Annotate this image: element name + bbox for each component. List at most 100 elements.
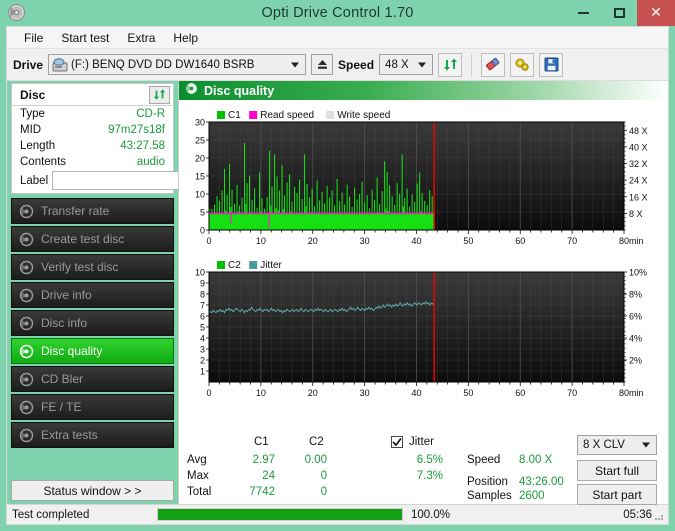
jitter-checkbox[interactable] — [391, 436, 403, 448]
c2-jitter-chart[interactable]: 1 2 3 4 5 6 7 8 9 10 2% 4% 6% 8% 10% 0 10 20 30 40 50 60 70 80 m… — [179, 250, 675, 407]
minimize-button[interactable] — [565, 0, 601, 26]
start-part-button[interactable]: Start part — [577, 484, 657, 505]
disc-value-type: CD-R — [136, 108, 165, 120]
sidebar-item-verify-test-disc[interactable]: Verify test disc — [11, 254, 174, 280]
svg-text:8 X: 8 X — [629, 209, 643, 219]
sidebar-item-cd-bler[interactable]: CD Bler — [11, 366, 174, 392]
maximize-button[interactable] — [601, 0, 637, 26]
svg-text:0: 0 — [206, 236, 211, 246]
disc-panel-header: Disc — [12, 84, 173, 106]
svg-text:2: 2 — [200, 356, 205, 366]
samples-key: Samples — [467, 490, 512, 502]
svg-text:10: 10 — [256, 388, 266, 398]
svg-text:C2: C2 — [228, 260, 241, 271]
svg-text:10%: 10% — [629, 268, 647, 278]
test-speed-value: 8 X CLV — [583, 439, 625, 451]
menu-bar: File Start test Extra Help — [7, 27, 668, 49]
sidebar-item-label: Create test disc — [41, 232, 125, 246]
sidebar-item-create-test-disc[interactable]: Create test disc — [11, 226, 174, 252]
svg-text:40: 40 — [411, 236, 421, 246]
menu-item-file[interactable]: File — [15, 29, 52, 47]
gears-icon — [515, 58, 529, 71]
disc-panel: Disc Type CD-R MID 97m27s18f Length 43:2… — [11, 83, 257, 194]
disc-refresh-button[interactable] — [149, 85, 170, 104]
client-area: File Start test Extra Help Drive (F:) BE… — [6, 26, 669, 525]
disc-row-mid: MID 97m27s18f — [12, 122, 173, 138]
menu-item-extra[interactable]: Extra — [118, 29, 164, 47]
svg-text:7: 7 — [200, 301, 205, 311]
test-speed-select[interactable]: 8 X CLV — [577, 435, 657, 455]
start-full-button[interactable]: Start full — [577, 460, 657, 481]
drive-icon — [52, 57, 68, 72]
drive-value: (F:) BENQ DVD DD DW1640 BSRB — [71, 58, 255, 71]
eject-button[interactable] — [311, 54, 334, 75]
sidebar-item-fe-te[interactable]: FE / TE — [11, 394, 174, 420]
svg-text:5: 5 — [200, 323, 205, 333]
sidebar-item-disc-info[interactable]: Disc info — [11, 310, 174, 336]
svg-text:60: 60 — [515, 388, 525, 398]
check-icon — [392, 438, 402, 447]
svg-text:16 X: 16 X — [629, 192, 648, 202]
svg-text:30: 30 — [360, 388, 370, 398]
status-bar: Test completed 100.0% 05:36 — [7, 504, 668, 524]
title-bar: Opti Drive Control 1.70 ✕ — [0, 0, 675, 26]
settings-button[interactable] — [510, 52, 535, 77]
refresh-button[interactable] — [438, 52, 463, 77]
svg-text:80: 80 — [619, 388, 629, 398]
nav-list: Transfer rate Create test disc Verify te… — [11, 198, 174, 448]
erase-button[interactable] — [481, 52, 506, 77]
sidebar-item-label: CD Bler — [41, 372, 84, 386]
save-icon — [544, 57, 559, 72]
svg-text:80: 80 — [619, 236, 629, 246]
stats-avg-c2: 0.00 — [304, 454, 327, 466]
disc-icon — [19, 288, 34, 303]
drive-select[interactable]: (F:) BENQ DVD DD DW1640 BSRB — [48, 54, 307, 75]
svg-text:min: min — [629, 236, 644, 246]
sidebar-item-transfer-rate[interactable]: Transfer rate — [11, 198, 174, 224]
disc-icon — [19, 204, 34, 219]
disc-icon — [19, 372, 34, 387]
disc-row-type: Type CD-R — [12, 106, 173, 122]
svg-text:4: 4 — [200, 334, 205, 344]
svg-text:50: 50 — [463, 388, 473, 398]
chevron-down-icon — [291, 62, 300, 67]
toolbar-separator — [471, 53, 473, 76]
sidebar-item-disc-quality[interactable]: Disc quality — [11, 338, 174, 364]
sidebar-item-label: Disc quality — [41, 344, 103, 358]
drive-toolbar: Drive (F:) BENQ DVD DD DW1640 BSRB Speed… — [7, 49, 668, 81]
samples-value: 2600 — [519, 490, 545, 502]
svg-text:70: 70 — [567, 236, 577, 246]
stats-row-label-avg: Avg — [187, 454, 207, 466]
stats-total-c1: 7742 — [249, 486, 275, 498]
sidebar-item-drive-info[interactable]: Drive info — [11, 282, 174, 308]
eject-icon — [317, 60, 327, 69]
eraser-icon — [486, 58, 500, 71]
speed-select[interactable]: 48 X — [379, 54, 434, 75]
maximize-icon — [613, 8, 625, 18]
svg-text:10: 10 — [256, 236, 266, 246]
stats-max-c2: 0 — [320, 470, 327, 482]
svg-text:Read speed: Read speed — [260, 110, 314, 121]
disc-icon — [19, 316, 34, 331]
disc-icon — [19, 344, 34, 359]
progress-percent: 100.0% — [411, 508, 451, 521]
svg-text:Jitter: Jitter — [260, 260, 282, 271]
disc-icon — [19, 260, 34, 275]
section-title: Disc quality — [204, 83, 275, 98]
menu-item-start-test[interactable]: Start test — [52, 29, 118, 47]
status-window-button[interactable]: Status window > > — [11, 480, 174, 501]
svg-text:min: min — [629, 388, 644, 398]
progress-bar — [157, 508, 403, 521]
disc-row-contents: Contents audio — [12, 154, 173, 170]
sidebar-item-label: FE / TE — [41, 400, 82, 414]
resize-grip-icon[interactable] — [653, 510, 665, 522]
c1-read-speed-chart[interactable]: 0 5 10 15 20 25 30 8 X 16 X 24 X 32 X 40 X 48 X 0 10 20… — [179, 100, 675, 255]
sidebar-item-extra-tests[interactable]: Extra tests — [11, 422, 174, 448]
svg-text:4%: 4% — [629, 334, 642, 344]
svg-text:6%: 6% — [629, 312, 642, 322]
svg-text:1: 1 — [200, 367, 205, 377]
close-button[interactable]: ✕ — [637, 0, 675, 26]
save-button[interactable] — [539, 52, 564, 77]
disc-panel-title: Disc — [20, 87, 46, 102]
menu-item-help[interactable]: Help — [164, 29, 207, 47]
